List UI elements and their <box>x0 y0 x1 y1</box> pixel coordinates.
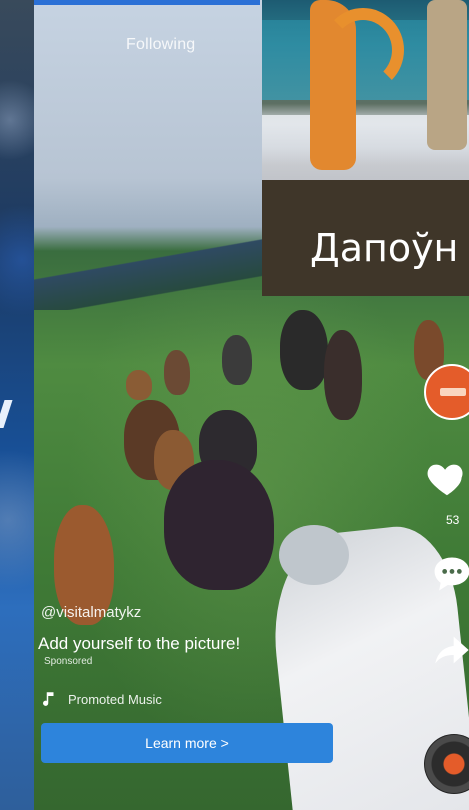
horse-with-rider <box>222 335 252 385</box>
music-note-icon <box>43 692 54 706</box>
like-count: 53 <box>446 513 460 527</box>
horse <box>164 350 190 395</box>
comment-icon[interactable] <box>430 552 469 596</box>
post-username[interactable]: @visitalmatykz <box>41 604 141 621</box>
post-caption: Add yourself to the picture! <box>38 634 241 653</box>
learn-more-button[interactable]: Learn more > <box>41 723 333 763</box>
white-horse-head <box>279 525 349 585</box>
logo-icon <box>440 388 466 396</box>
music-label: Promoted Music <box>68 691 162 707</box>
previous-video-edge <box>0 0 34 810</box>
top-highlight-bar <box>34 0 260 5</box>
share-icon[interactable] <box>432 630 469 670</box>
horse <box>126 370 152 400</box>
thumbnail-title: Дапоўн <box>310 226 459 270</box>
overlay-thumbnail[interactable]: Дапоўн <box>262 0 469 296</box>
horse <box>164 460 274 590</box>
horse <box>280 310 328 390</box>
heart-icon[interactable] <box>424 455 469 501</box>
music-row[interactable]: Promoted Music <box>40 688 162 710</box>
background-decoration <box>0 400 13 428</box>
thumbnail-sculpture-loop <box>322 8 404 92</box>
following-tab[interactable]: Following <box>126 36 195 54</box>
sponsored-label: Sponsored <box>44 656 93 667</box>
thumbnail-person <box>427 0 467 150</box>
horse <box>324 330 362 420</box>
